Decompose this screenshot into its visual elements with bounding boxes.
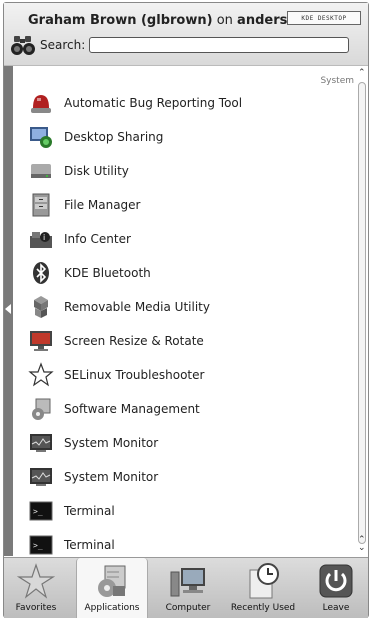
list-item-selinux[interactable]: SELinux Troubleshooter bbox=[28, 360, 348, 390]
menu-header: Graham Brown (glbrown) on anderson. KDE … bbox=[4, 3, 368, 66]
list-item-info-center[interactable]: i Info Center bbox=[28, 224, 348, 254]
binoculars-icon bbox=[10, 33, 36, 57]
disk-icon bbox=[28, 158, 54, 184]
group-label: System bbox=[320, 76, 354, 86]
svg-text:>_: >_ bbox=[33, 541, 43, 550]
monitor-icon bbox=[28, 328, 54, 354]
software-icon bbox=[28, 396, 54, 422]
list-item-software-management[interactable]: Software Management bbox=[28, 394, 348, 424]
tab-recently-used[interactable]: Recently Used bbox=[228, 558, 298, 618]
kde-desktop-badge: KDE DESKTOP bbox=[287, 11, 361, 25]
list-item-system-monitor[interactable]: System Monitor bbox=[28, 462, 348, 492]
desktop-sharing-icon bbox=[28, 124, 54, 150]
list-item-kde-bluetooth[interactable]: KDE Bluetooth bbox=[28, 258, 348, 288]
search-row: Search: bbox=[10, 33, 350, 57]
item-label: SELinux Troubleshooter bbox=[64, 368, 205, 382]
tab-computer[interactable]: Computer bbox=[160, 558, 216, 618]
tab-label: Leave bbox=[322, 603, 350, 613]
svg-text:>_: >_ bbox=[33, 507, 43, 516]
list-item-screen-resize[interactable]: Screen Resize & Rotate bbox=[28, 326, 348, 356]
tab-favorites[interactable]: Favorites bbox=[8, 558, 64, 618]
list-item-terminal[interactable]: >_ Terminal bbox=[28, 530, 348, 556]
svg-text:i: i bbox=[43, 233, 45, 242]
item-label: Screen Resize & Rotate bbox=[64, 334, 204, 348]
item-label: Terminal bbox=[64, 538, 115, 552]
bug-report-icon bbox=[28, 90, 54, 116]
item-label: Disk Utility bbox=[64, 164, 129, 178]
tab-leave[interactable]: Leave bbox=[310, 558, 362, 618]
list-item-desktop-sharing[interactable]: Desktop Sharing bbox=[28, 122, 348, 152]
user-name: Graham Brown (glbrown) bbox=[28, 13, 213, 28]
search-input[interactable] bbox=[89, 37, 350, 53]
list-item-disk-utility[interactable]: Disk Utility bbox=[28, 156, 348, 186]
info-center-icon: i bbox=[28, 226, 54, 252]
item-label: File Manager bbox=[64, 198, 141, 212]
application-list: System Automatic Bug Reporting Tool Desk… bbox=[14, 66, 354, 556]
user-line: Graham Brown (glbrown) on anderson. bbox=[28, 13, 310, 28]
item-label: Desktop Sharing bbox=[64, 130, 164, 144]
item-label: Automatic Bug Reporting Tool bbox=[64, 96, 243, 110]
back-arrow-icon[interactable] bbox=[5, 304, 11, 314]
computer-icon bbox=[169, 562, 207, 600]
tab-label: Computer bbox=[165, 603, 211, 613]
terminal-icon: >_ bbox=[28, 532, 54, 556]
item-label: Terminal bbox=[64, 504, 115, 518]
search-label: Search: bbox=[40, 38, 86, 52]
scroll-down-icon[interactable]: ⌃ ⌄ bbox=[358, 536, 366, 553]
list-item-file-manager[interactable]: File Manager bbox=[28, 190, 348, 220]
cubes-icon bbox=[28, 294, 54, 320]
item-label: Software Management bbox=[64, 402, 200, 416]
file-cabinet-icon bbox=[28, 192, 54, 218]
tab-applications[interactable]: Applications bbox=[76, 558, 148, 618]
list-item-terminal[interactable]: >_ Terminal bbox=[28, 496, 348, 526]
item-label: Info Center bbox=[64, 232, 131, 246]
scroll-thumb[interactable] bbox=[358, 82, 366, 544]
list-item-removable-media[interactable]: Removable Media Utility bbox=[28, 292, 348, 322]
tab-label: Favorites bbox=[15, 603, 57, 613]
item-label: Removable Media Utility bbox=[64, 300, 210, 314]
star-icon bbox=[16, 562, 56, 600]
bluetooth-icon bbox=[28, 260, 54, 286]
scrollbar[interactable]: ⌃ ⌃ ⌄ bbox=[356, 66, 368, 556]
scroll-up-icon[interactable]: ⌃ bbox=[358, 68, 366, 78]
item-label: KDE Bluetooth bbox=[64, 266, 151, 280]
on-text: on bbox=[216, 13, 233, 28]
tab-bar: Favorites Applications Computer Recently… bbox=[4, 557, 368, 618]
back-strip[interactable] bbox=[4, 66, 13, 556]
power-icon bbox=[317, 562, 355, 600]
item-label: System Monitor bbox=[64, 470, 159, 484]
system-monitor-icon bbox=[28, 464, 54, 490]
item-label: System Monitor bbox=[64, 436, 159, 450]
kickoff-menu: Graham Brown (glbrown) on anderson. KDE … bbox=[3, 2, 369, 618]
tab-label: Applications bbox=[84, 603, 140, 613]
applications-icon bbox=[93, 562, 131, 600]
star-outline-icon bbox=[28, 362, 54, 388]
list-item-system-monitor[interactable]: System Monitor bbox=[28, 428, 348, 458]
list-item-bug-reporting[interactable]: Automatic Bug Reporting Tool bbox=[28, 88, 348, 118]
clock-icon bbox=[244, 562, 282, 600]
tab-label: Recently Used bbox=[230, 603, 296, 613]
terminal-icon: >_ bbox=[28, 498, 54, 524]
system-monitor-icon bbox=[28, 430, 54, 456]
